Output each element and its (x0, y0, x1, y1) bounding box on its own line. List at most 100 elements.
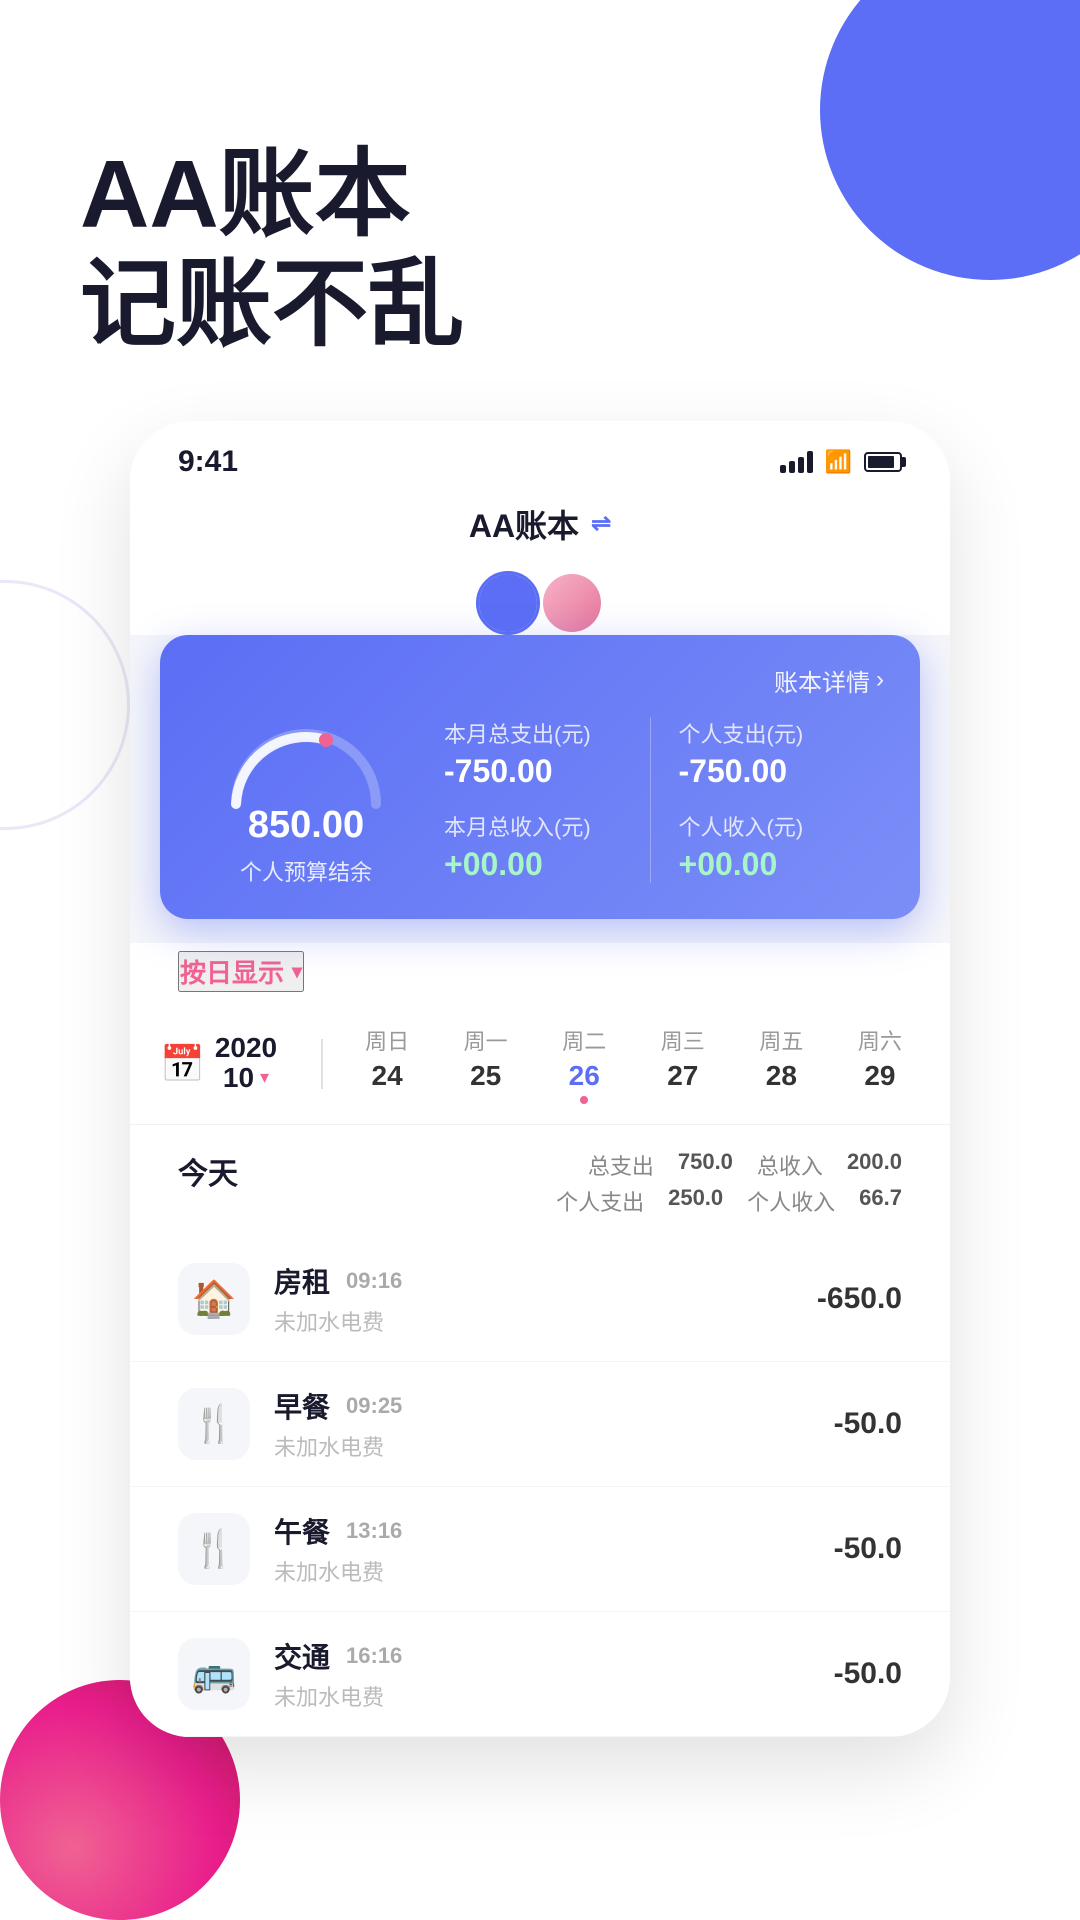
today-header: 今天 总支出 750.0 总收入 200.0 个人支出 250.0 个人收入 6… (178, 1149, 902, 1217)
filter-chevron-icon: ▾ (292, 959, 302, 984)
avatar-user2[interactable] (540, 571, 604, 635)
day-dot (580, 1096, 588, 1104)
day-num: 27 (667, 1060, 698, 1092)
stats-card-top: 账本详情 › (196, 663, 884, 698)
trans-name: 午餐 13:16 (274, 1511, 810, 1551)
day-name: 周一 (464, 1024, 508, 1056)
trans-amount: -50.0 (834, 1657, 902, 1691)
trans-sub: 未加水电费 (274, 1305, 793, 1337)
gauge-section: 850.00 个人预算结余 (196, 714, 416, 887)
personal-income-item: 个人收入(元) +00.00 (679, 810, 857, 883)
day-name: 周日 (365, 1024, 409, 1056)
day-num: 29 (864, 1060, 895, 1092)
trans-amount: -50.0 (834, 1407, 902, 1441)
status-bar: 9:41 📶 (130, 421, 950, 489)
personal-expense-value: -750.00 (679, 753, 857, 790)
battery-icon (864, 452, 902, 472)
personal-expense-label: 个人支出(元) (679, 717, 857, 749)
filter-button[interactable]: 按日显示 ▾ (178, 951, 304, 992)
day-item[interactable]: 周一 25 (446, 1024, 526, 1104)
trans-amount: -650.0 (817, 1282, 902, 1316)
trans-name: 早餐 09:25 (274, 1386, 810, 1426)
trans-details: 午餐 13:16 未加水电费 (274, 1511, 810, 1587)
gauge-label: 个人预算结余 (240, 855, 372, 887)
calendar-icon-wrap: 📅 2020 10 ▾ (160, 1034, 277, 1094)
trans-time: 09:25 (346, 1393, 402, 1419)
today-stats-right: 总支出 750.0 总收入 200.0 个人支出 250.0 个人收入 66.7 (556, 1149, 902, 1217)
month-text: 10 (223, 1062, 254, 1094)
year-text: 2020 (215, 1034, 277, 1062)
trans-icon-wrap: 🏠 (178, 1263, 250, 1335)
personal-expense-item: 个人支出(元) -750.00 (679, 717, 857, 790)
today-stat-line-2: 个人支出 250.0 个人收入 66.7 (556, 1185, 902, 1217)
calendar-strip: 📅 2020 10 ▾ 周日 24 周一 25 周二 26 周三 27 (130, 1008, 950, 1124)
year-month[interactable]: 2020 10 ▾ (215, 1034, 277, 1094)
wifi-icon: 📶 (825, 449, 852, 475)
day-num: 26 (569, 1060, 600, 1092)
transaction-row[interactable]: 🍴 早餐 09:25 未加水电费 -50.0 (130, 1362, 950, 1487)
filter-label: 按日显示 (180, 953, 284, 990)
filter-row: 按日显示 ▾ (130, 943, 950, 1008)
transaction-row[interactable]: 🏠 房租 09:16 未加水电费 -650.0 (130, 1237, 950, 1362)
stats-col-monthly: 本月总支出(元) -750.00 本月总收入(元) +00.00 (416, 717, 650, 883)
calendar-icon[interactable]: 📅 (160, 1043, 205, 1085)
stats-columns: 本月总支出(元) -750.00 本月总收入(元) +00.00 个人支出(元)… (416, 717, 884, 883)
trans-time: 13:16 (346, 1518, 402, 1544)
trans-name: 房租 09:16 (274, 1261, 793, 1301)
gauge-svg (216, 714, 396, 814)
total-expense-label: 总支出 (588, 1149, 654, 1181)
day-item[interactable]: 周二 26 (544, 1024, 624, 1104)
trans-icon-wrap: 🚌 (178, 1638, 250, 1710)
day-item[interactable]: 周三 27 (643, 1024, 723, 1104)
stats-col-personal: 个人支出(元) -750.00 个人收入(元) +00.00 (651, 717, 885, 883)
trans-name: 交通 16:16 (274, 1636, 810, 1676)
trans-time: 16:16 (346, 1643, 402, 1669)
avatar-row (130, 563, 950, 635)
trans-sub: 未加水电费 (274, 1555, 810, 1587)
app-title: AA账本 (469, 501, 579, 547)
personal-expense-value-today: 250.0 (668, 1185, 723, 1217)
trans-icon-wrap: 🍴 (178, 1388, 250, 1460)
monthly-expense-value: -750.00 (444, 753, 622, 790)
day-name: 周五 (759, 1024, 803, 1056)
today-stat-line-1: 总支出 750.0 总收入 200.0 (588, 1149, 902, 1181)
personal-expense-label-today: 个人支出 (556, 1185, 644, 1217)
days-row: 周日 24 周一 25 周二 26 周三 27 周五 28 周六 29 (347, 1024, 920, 1104)
total-income-label: 总收入 (757, 1149, 823, 1181)
total-income-value: 200.0 (847, 1149, 902, 1181)
hero-title-line2: 记账不乱 (80, 250, 1000, 360)
avatar-user1[interactable] (476, 571, 540, 635)
day-name: 周六 (858, 1024, 902, 1056)
total-expense-value: 750.0 (678, 1149, 733, 1181)
day-num: 24 (372, 1060, 403, 1092)
month-row: 10 ▾ (223, 1062, 269, 1094)
trans-icon: 🏠 (192, 1278, 237, 1320)
today-section: 今天 总支出 750.0 总收入 200.0 个人支出 250.0 个人收入 6… (130, 1124, 950, 1237)
switch-icon[interactable]: ⇌ (591, 509, 611, 538)
trans-details: 交通 16:16 未加水电费 (274, 1636, 810, 1712)
trans-name-text: 房租 (274, 1261, 330, 1301)
status-icons: 📶 (780, 449, 902, 475)
personal-income-label: 个人收入(元) (679, 810, 857, 842)
trans-name-text: 午餐 (274, 1511, 330, 1551)
trans-sub: 未加水电费 (274, 1680, 810, 1712)
trans-sub: 未加水电费 (274, 1430, 810, 1462)
stats-card: 账本详情 › 850.00 个人预算结余 (160, 635, 920, 919)
monthly-expense-label: 本月总支出(元) (444, 717, 622, 749)
trans-icon: 🚌 (192, 1653, 237, 1695)
transaction-row[interactable]: 🍴 午餐 13:16 未加水电费 -50.0 (130, 1487, 950, 1612)
transaction-row[interactable]: 🚌 交通 16:16 未加水电费 -50.0 (130, 1612, 950, 1737)
signal-icon (780, 451, 813, 473)
trans-icon-wrap: 🍴 (178, 1513, 250, 1585)
trans-details: 房租 09:16 未加水电费 (274, 1261, 793, 1337)
trans-icon: 🍴 (192, 1528, 237, 1570)
trans-name-text: 早餐 (274, 1386, 330, 1426)
personal-income-value: +00.00 (679, 846, 857, 883)
day-item[interactable]: 周五 28 (741, 1024, 821, 1104)
day-item[interactable]: 周六 29 (840, 1024, 920, 1104)
day-num: 28 (766, 1060, 797, 1092)
stats-detail-link[interactable]: 账本详情 › (774, 663, 884, 698)
monthly-income-item: 本月总收入(元) +00.00 (444, 810, 622, 883)
day-name: 周二 (562, 1024, 606, 1056)
day-item[interactable]: 周日 24 (347, 1024, 427, 1104)
